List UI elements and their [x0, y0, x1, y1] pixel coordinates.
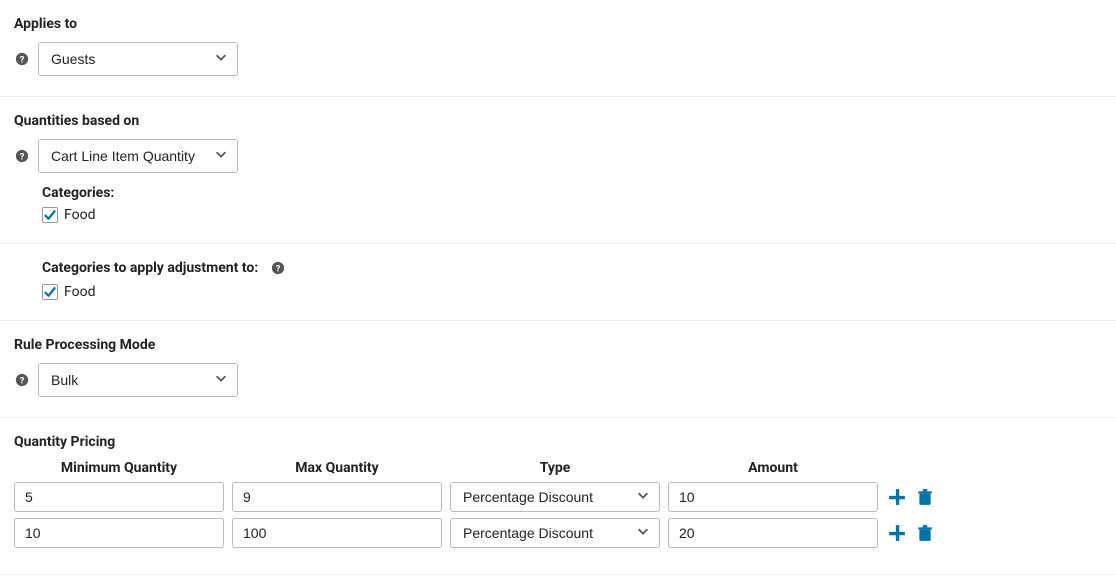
- delete-row-button[interactable]: [914, 522, 936, 544]
- help-icon[interactable]: ?: [14, 148, 30, 164]
- quantity-pricing-label: Quantity Pricing: [14, 434, 1102, 450]
- rule-processing-mode-label: Rule Processing Mode: [14, 337, 1102, 353]
- help-icon[interactable]: ?: [14, 51, 30, 67]
- add-row-button[interactable]: [886, 522, 908, 544]
- categories-apply-adjustment-label: Categories to apply adjustment to:: [42, 260, 258, 276]
- col-min-quantity: Minimum Quantity: [14, 460, 224, 476]
- rule-processing-mode-select[interactable]: Bulk: [38, 363, 238, 397]
- category-label: Food: [64, 207, 95, 223]
- categories-label: Categories:: [42, 185, 1102, 201]
- applies-to-select[interactable]: Guests: [38, 42, 238, 76]
- col-max-quantity: Max Quantity: [232, 460, 442, 476]
- svg-text:?: ?: [20, 152, 25, 163]
- svg-text:?: ?: [20, 55, 25, 66]
- min-quantity-input[interactable]: [14, 518, 224, 548]
- type-select[interactable]: Percentage Discount: [450, 518, 660, 548]
- col-type: Type: [450, 460, 660, 476]
- add-row-button[interactable]: [886, 486, 908, 508]
- svg-text:?: ?: [20, 376, 25, 387]
- quantities-based-on-label: Quantities based on: [14, 113, 1102, 129]
- max-quantity-input[interactable]: [232, 518, 442, 548]
- amount-input[interactable]: [668, 518, 878, 548]
- max-quantity-input[interactable]: [232, 482, 442, 512]
- category-checkbox[interactable]: [42, 207, 58, 223]
- svg-text:?: ?: [276, 264, 281, 275]
- pricing-row: Percentage Discount: [14, 482, 934, 512]
- category-label: Food: [64, 284, 95, 300]
- category-checkbox[interactable]: [42, 284, 58, 300]
- pricing-row: Percentage Discount: [14, 518, 934, 548]
- type-select[interactable]: Percentage Discount: [450, 482, 660, 512]
- min-quantity-input[interactable]: [14, 482, 224, 512]
- amount-input[interactable]: [668, 482, 878, 512]
- help-icon[interactable]: ?: [14, 372, 30, 388]
- quantities-based-on-select[interactable]: Cart Line Item Quantity: [38, 139, 238, 173]
- applies-to-label: Applies to: [14, 16, 1102, 32]
- help-icon[interactable]: ?: [270, 260, 286, 276]
- delete-row-button[interactable]: [914, 486, 936, 508]
- col-amount: Amount: [668, 460, 878, 476]
